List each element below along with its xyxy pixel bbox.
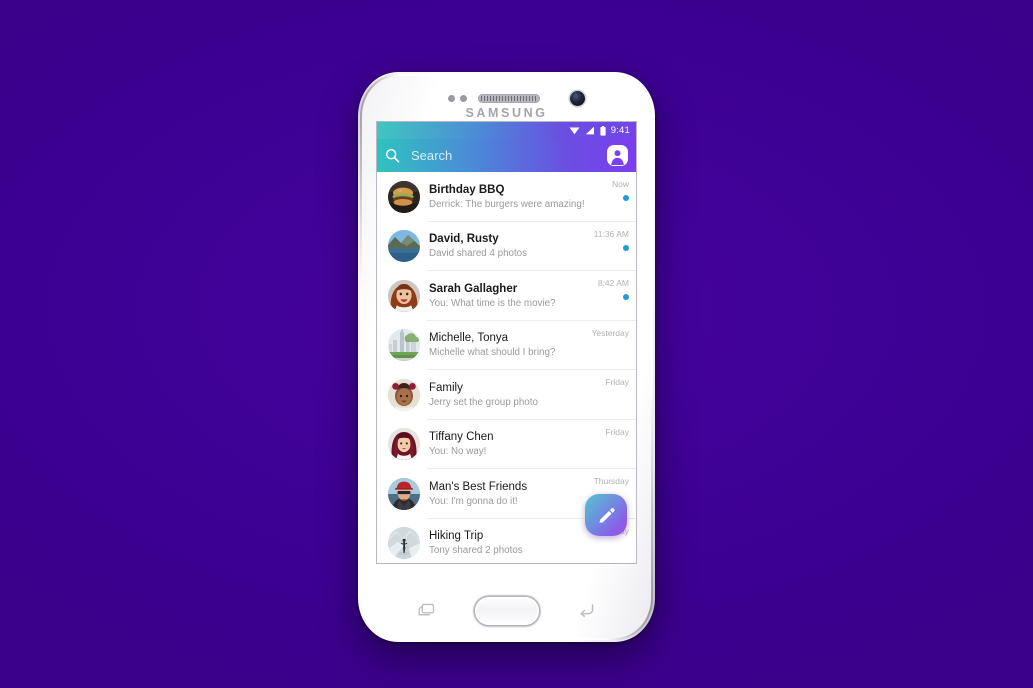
- list-item-meta: Friday: [605, 377, 629, 387]
- list-item-snippet: You: No way!: [429, 446, 487, 458]
- front-camera-icon: [570, 91, 585, 106]
- avatar[interactable]: [388, 329, 420, 362]
- wifi-icon: [569, 127, 580, 135]
- list-item[interactable]: Family Jerry set the group photo Friday: [377, 370, 636, 420]
- list-item-snippet: Michelle what should I bring?: [429, 347, 556, 359]
- list-item-title: Michelle, Tonya: [429, 332, 509, 345]
- list-item-title: David, Rusty: [429, 233, 499, 246]
- avatar[interactable]: [388, 428, 420, 461]
- city-skyline-photo-icon: [388, 329, 420, 362]
- list-item-timestamp: 8:42 AM: [597, 278, 629, 288]
- signal-icon: [585, 126, 594, 135]
- search-icon[interactable]: [385, 148, 400, 163]
- list-item[interactable]: David, Rusty David shared 4 photos 11:36…: [377, 222, 636, 272]
- list-item-title: Birthday BBQ: [429, 183, 505, 196]
- list-item-meta: Now: [612, 179, 629, 201]
- list-item[interactable]: Michelle, Tonya Michelle what should I b…: [377, 321, 636, 371]
- list-item-snippet: Jerry set the group photo: [429, 396, 538, 408]
- home-button[interactable]: [474, 597, 539, 625]
- back-arrow-icon: [580, 604, 594, 617]
- list-item-meta: 8:42 AM: [598, 278, 629, 300]
- profile-avatar-icon: [608, 146, 627, 165]
- list-item-title: Man's Best Friends: [429, 480, 528, 493]
- avatar[interactable]: [388, 279, 420, 312]
- list-item-timestamp: Friday: [605, 377, 629, 387]
- light-sensor-icon: [460, 95, 467, 102]
- list-item-snippet: Tony shared 2 photos: [429, 545, 523, 557]
- list-item-meta: Friday: [605, 427, 629, 437]
- avatar[interactable]: [388, 230, 420, 263]
- device-brand-label: SAMSUNG: [465, 106, 548, 120]
- list-item[interactable]: Sarah Gallagher You: What time is the mo…: [377, 271, 636, 321]
- earpiece-speaker-grille: [478, 94, 540, 103]
- list-item-snippet: Derrick: The burgers were amazing!: [429, 198, 585, 210]
- battery-icon: [600, 125, 606, 136]
- unread-dot: [623, 244, 629, 251]
- list-item-timestamp: Now: [611, 179, 629, 189]
- compose-pencil-icon: [598, 507, 615, 523]
- unread-dot: [623, 195, 629, 201]
- list-item-snippet: David shared 4 photos: [429, 248, 528, 260]
- mountain-lake-photo-icon: [388, 230, 420, 263]
- avatar[interactable]: [388, 180, 420, 213]
- list-item-timestamp: Friday: [605, 426, 629, 437]
- list-item-title: Hiking Trip: [429, 530, 484, 543]
- list-item[interactable]: Birthday BBQ Derrick: The burgers were a…: [377, 172, 636, 222]
- list-item-timestamp: Thursday: [593, 476, 629, 486]
- search-header[interactable]: Search: [377, 139, 636, 172]
- list-item-meta: Thursday: [594, 476, 629, 486]
- phone-device: SAMSUNG 9:41 Search Birthday BBQ Derrick…: [358, 72, 655, 642]
- burger-photo-icon: [388, 180, 420, 213]
- list-item[interactable]: Tiffany Chen You: No way! Friday: [377, 420, 636, 470]
- search-input[interactable]: Search: [411, 148, 607, 163]
- list-item-title: Sarah Gallagher: [429, 282, 518, 295]
- list-item-body: Birthday BBQ Derrick: The burgers were a…: [429, 183, 636, 211]
- list-item-meta: Yesterday: [592, 328, 630, 338]
- status-bar-clock: 9:41: [610, 125, 630, 136]
- nav-back-button[interactable]: [578, 603, 595, 617]
- list-item-snippet: You: I'm gonna do it!: [429, 495, 518, 507]
- man-red-cap-photo-icon: [388, 477, 420, 510]
- status-bar: 9:41: [377, 122, 636, 139]
- proximity-sensor-icon: [448, 95, 455, 102]
- list-item-timestamp: 11:36 AM: [593, 228, 629, 239]
- nav-recents-button[interactable]: [418, 603, 435, 617]
- profile-avatar[interactable]: [607, 145, 628, 166]
- conversation-list[interactable]: Birthday BBQ Derrick: The burgers were a…: [377, 172, 636, 563]
- list-item-title: Tiffany Chen: [429, 431, 494, 444]
- avatar[interactable]: [388, 477, 420, 510]
- maroon-hair-woman-photo-icon: [388, 428, 420, 461]
- list-item-snippet: You: What time is the movie?: [429, 297, 556, 309]
- hiker-snow-photo-icon: [388, 527, 420, 560]
- compose-fab-button[interactable]: [585, 494, 627, 536]
- recents-icon: [418, 603, 435, 616]
- list-item-title: Family: [429, 381, 463, 394]
- girl-with-bows-photo-icon: [388, 378, 420, 411]
- avatar[interactable]: [388, 527, 420, 560]
- unread-dot: [623, 294, 629, 300]
- phone-screen: 9:41 Search Birthday BBQ Derrick: The bu…: [377, 122, 636, 563]
- list-item-meta: 11:36 AM: [594, 229, 629, 251]
- list-item-timestamp: Yesterday: [591, 327, 630, 338]
- redhead-woman-photo-icon: [388, 279, 420, 312]
- avatar[interactable]: [388, 378, 420, 411]
